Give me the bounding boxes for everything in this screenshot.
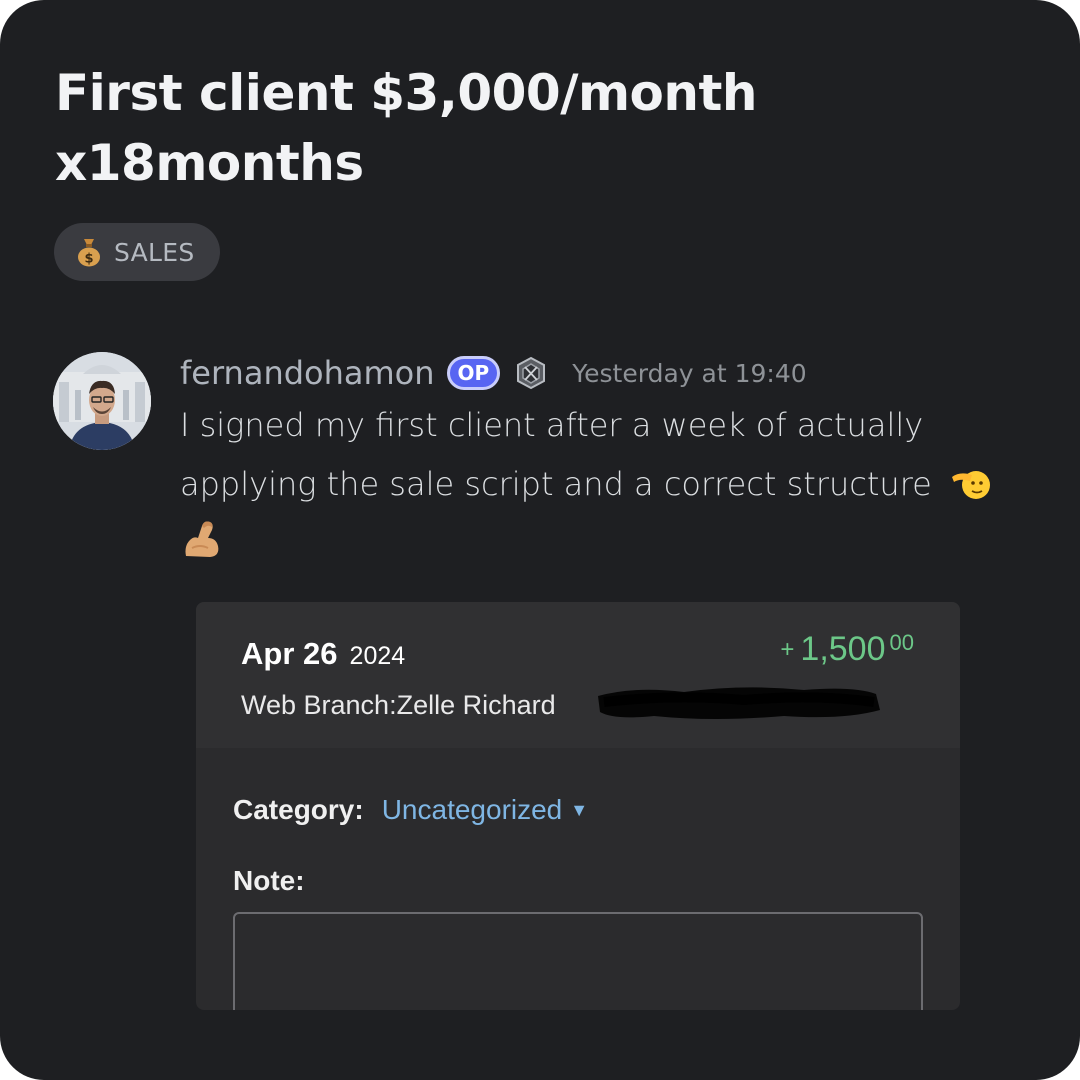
- tag-label: SALES: [114, 237, 195, 267]
- message-header: fernandohamon OP Yesterday at 19:40: [180, 348, 807, 398]
- chevron-down-icon[interactable]: ▼: [570, 800, 588, 821]
- svg-text:$: $: [84, 252, 93, 267]
- flexed-biceps-icon: [185, 521, 219, 557]
- timestamp: Yesterday at 19:40: [572, 358, 807, 388]
- transaction-date-year: 2024: [349, 642, 406, 670]
- post-card: First client $3,000/month x18months $ SA…: [0, 0, 1080, 1080]
- transaction-date-day: Apr 26: [241, 636, 338, 671]
- note-label: Note:: [233, 865, 305, 896]
- tag-sales[interactable]: $ SALES: [54, 223, 220, 281]
- post-title: First client $3,000/month x18months: [55, 64, 758, 192]
- transaction-header: Apr 26 2024 + 1,500 00 Web Branch:Zelle …: [196, 602, 960, 748]
- transaction-amount: + 1,500 00: [780, 630, 914, 669]
- redaction-scribble: [598, 687, 880, 719]
- author-name[interactable]: fernandohamon: [180, 354, 435, 392]
- category-label: Category:: [233, 794, 364, 825]
- message-body: I signed my first client after a week of…: [180, 406, 932, 503]
- category-row[interactable]: Category: Uncategorized ▼: [233, 794, 588, 826]
- shield-rank-icon: [517, 356, 546, 390]
- op-badge: OP: [446, 356, 501, 390]
- bank-transaction-screenshot[interactable]: Apr 26 2024 + 1,500 00 Web Branch:Zelle …: [196, 602, 960, 1010]
- money-bag-icon: $: [78, 239, 100, 267]
- transaction-description: Web Branch:Zelle Richard: [241, 690, 556, 720]
- transaction-date: Apr 26 2024: [241, 636, 405, 672]
- amount-sign: +: [780, 636, 795, 663]
- avatar-image: [53, 352, 151, 450]
- note-field[interactable]: [233, 912, 923, 1010]
- saluting-face-icon: [952, 471, 990, 499]
- amount-cents: 00: [889, 630, 914, 655]
- amount-main: 1,500: [800, 630, 886, 668]
- category-dropdown[interactable]: Uncategorized: [382, 794, 563, 826]
- message-text: I signed my first client after a week of…: [180, 396, 1010, 514]
- avatar[interactable]: [53, 352, 151, 450]
